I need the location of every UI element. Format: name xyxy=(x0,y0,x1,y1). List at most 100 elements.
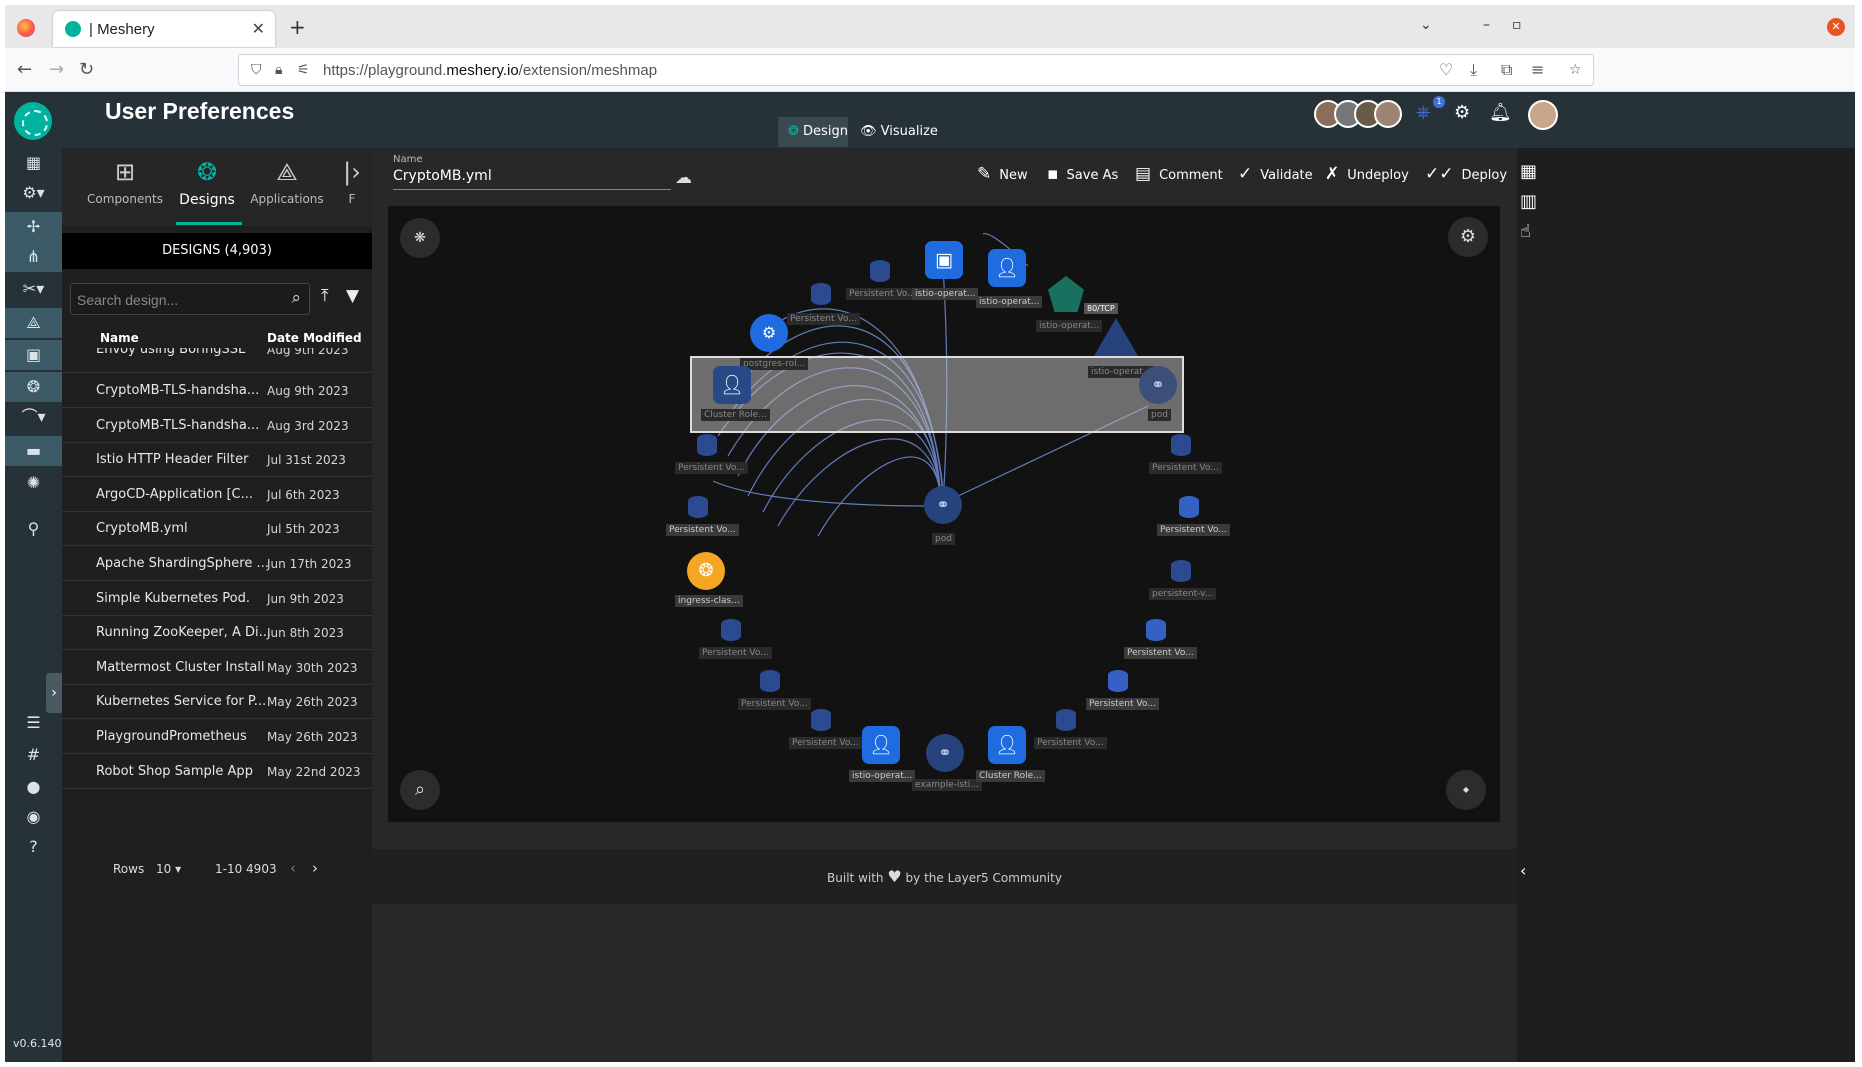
lock-icon[interactable]: 🔒︎ xyxy=(275,62,282,78)
menu-icon[interactable]: ≡ xyxy=(1531,60,1544,79)
extensions-icon[interactable]: ⧉ xyxy=(1501,60,1512,80)
reload-icon[interactable]: ↻ xyxy=(79,59,94,80)
minimize-icon[interactable]: – xyxy=(1483,17,1490,33)
extensions-nav-icon[interactable]: ▬ xyxy=(5,436,62,466)
settings-nav-icon[interactable]: ✺ xyxy=(5,468,62,498)
performance-icon[interactable]: ⌒▾ xyxy=(5,402,62,432)
rows-per-page-select[interactable]: 10 ▾ xyxy=(156,862,181,876)
new-tab-icon[interactable]: + xyxy=(289,15,306,39)
forward-icon[interactable]: → xyxy=(49,59,64,80)
help-icon[interactable]: ? xyxy=(5,832,62,862)
new-button[interactable]: ✎ New xyxy=(977,164,1028,184)
designs-icon[interactable]: ❂ xyxy=(5,372,62,402)
github-icon[interactable]: ◉ xyxy=(5,802,62,832)
pv-node[interactable] xyxy=(721,619,741,641)
design-canvas[interactable]: ❋ ⚙ ⌕ ⬩ Persistent Vo... Persistent Vo..… xyxy=(388,206,1500,822)
cluster-role-node[interactable]: 👤︎ xyxy=(988,726,1026,764)
upload-icon[interactable]: ⤒ xyxy=(321,286,329,306)
pv-node[interactable] xyxy=(697,434,717,456)
column-name[interactable]: Name xyxy=(100,331,139,345)
permissions-icon[interactable]: ⚟ xyxy=(297,62,310,78)
table-row[interactable]: Istio HTTP Header Filter Jul 31st 2023 xyxy=(62,443,372,478)
collapse-right-icon[interactable]: ‹ xyxy=(1520,861,1526,880)
table-row[interactable]: CryptoMB.yml Jul 5th 2023 xyxy=(62,512,372,547)
cloud-sync-icon[interactable]: ☁ xyxy=(675,168,692,188)
example-istio-node[interactable]: ⚭ xyxy=(926,734,964,772)
search-box[interactable]: ⌕ xyxy=(70,283,310,315)
location-icon[interactable]: ⚲ xyxy=(5,514,62,544)
undeploy-button[interactable]: ✗ Undeploy xyxy=(1325,164,1409,184)
pv-node[interactable] xyxy=(1171,434,1191,456)
search-input[interactable] xyxy=(77,290,277,310)
tab-designs[interactable]: ❂ Designs xyxy=(168,158,246,208)
save-as-button[interactable]: ▪ Save As xyxy=(1047,164,1118,184)
tab-list-icon[interactable]: ⌄ xyxy=(1420,17,1432,33)
user-avatar[interactable] xyxy=(1528,100,1558,130)
applications-icon[interactable]: ⟁ xyxy=(5,308,62,338)
validate-button[interactable]: ✓ Validate xyxy=(1238,164,1313,184)
table-row[interactable]: ArgoCD-Application [C... Jul 6th 2023 xyxy=(62,478,372,512)
table-row[interactable]: CryptoMB-TLS-handsha... Aug 3rd 2023 xyxy=(62,409,372,443)
meshery-logo-icon[interactable] xyxy=(14,102,52,140)
pod-node[interactable]: ⚭ xyxy=(924,486,962,524)
table-row[interactable]: Simple Kubernetes Pod. Jun 9th 2023 xyxy=(62,582,372,616)
design-mode-button[interactable]: ❂ Design xyxy=(778,117,848,147)
chat-icon[interactable]: ● xyxy=(5,772,62,802)
persistent-volume-node[interactable] xyxy=(1171,560,1191,582)
table-row[interactable]: Robot Shop Sample App May 22nd 2023 xyxy=(62,755,372,789)
configuration-icon[interactable]: ✂▾ xyxy=(5,274,62,304)
tab-components[interactable]: ⊞ Components xyxy=(86,158,164,206)
chart-icon[interactable]: ▥ xyxy=(1520,191,1537,212)
table-row[interactable]: Kubernetes Service for P... May 26th 2023 xyxy=(62,685,372,720)
bell-icon[interactable]: 🔔︎ xyxy=(1489,102,1512,123)
table-row[interactable]: Envoy using BoringSSL Aug 9th 2023 xyxy=(62,348,372,373)
pv-node[interactable] xyxy=(1146,619,1166,641)
pv-node[interactable] xyxy=(1056,709,1076,731)
shield-icon[interactable]: ⛉ xyxy=(251,62,262,78)
table-row[interactable]: PlaygroundPrometheus May 26th 2023 xyxy=(62,720,372,754)
pv-node[interactable] xyxy=(1108,670,1128,692)
tab-applications[interactable]: ⟁ Applications xyxy=(248,158,326,206)
dashboard-icon[interactable]: ▦ xyxy=(5,148,62,178)
grid-view-icon[interactable]: ▦ xyxy=(1520,161,1537,182)
column-date-modified[interactable]: Date Modified xyxy=(267,331,362,345)
table-row[interactable]: CryptoMB-TLS-handsha... Aug 9th 2023 xyxy=(62,374,372,408)
istio-operator-node[interactable]: 👤︎ xyxy=(862,726,900,764)
topology-icon[interactable]: ⋔ xyxy=(5,242,62,272)
ingress-class-node[interactable]: ❂ xyxy=(687,552,725,590)
table-row[interactable]: Running ZooKeeper, A Di... Jun 8th 2023 xyxy=(62,616,372,651)
restore-icon[interactable]: ▫ xyxy=(1512,17,1522,33)
filter-icon[interactable]: ▼ xyxy=(346,286,359,306)
wasm-icon[interactable]: ▣ xyxy=(5,340,62,370)
design-name-field[interactable]: CryptoMB.yml xyxy=(393,168,671,190)
kubernetes-icon[interactable]: ⎈ xyxy=(1416,102,1430,123)
downloads-icon[interactable]: ⤓ xyxy=(1470,60,1477,80)
pv-node[interactable] xyxy=(811,709,831,731)
istio-operator-sa-node[interactable]: 👤︎ xyxy=(988,249,1026,287)
lifecycle-icon[interactable]: ⚙▾ xyxy=(5,178,62,208)
expand-nav-button[interactable]: › xyxy=(46,673,62,713)
visualize-mode-button[interactable]: 👁︎ Visualize xyxy=(850,117,938,147)
pv-node[interactable] xyxy=(760,670,780,692)
table-row[interactable]: Apache ShardingSphere ... Jun 17th 2023 xyxy=(62,547,372,581)
table-row[interactable]: Mattermost Cluster Install May 30th 2023 xyxy=(62,651,372,685)
istio-operator-node[interactable]: ▣ xyxy=(925,241,963,279)
bookmark-star-icon[interactable]: ☆ xyxy=(1569,62,1582,78)
next-page-icon[interactable]: › xyxy=(312,859,318,877)
prev-page-icon[interactable]: ‹ xyxy=(290,859,296,877)
postgres-role-node[interactable]: ⚙ xyxy=(750,314,788,352)
slack-icon[interactable]: # xyxy=(5,740,62,770)
comment-button[interactable]: ▤ Comment xyxy=(1135,164,1223,184)
pod-node[interactable]: ⚭ xyxy=(1139,366,1177,404)
avatar[interactable] xyxy=(1374,100,1402,128)
back-icon[interactable]: ← xyxy=(17,59,32,80)
tab-close-icon[interactable]: ✕ xyxy=(252,19,265,38)
pocket-icon[interactable]: ♡ xyxy=(1439,60,1453,79)
pv-node[interactable] xyxy=(811,283,831,305)
browser-tab[interactable]: | Meshery ✕ xyxy=(53,11,275,47)
search-icon[interactable]: ⌕ xyxy=(291,288,301,308)
touch-icon[interactable]: ☝ xyxy=(1520,221,1531,242)
pv-node[interactable] xyxy=(870,260,890,282)
settings-icon[interactable]: ⚙ xyxy=(1454,102,1470,123)
pv-node[interactable] xyxy=(688,496,708,518)
